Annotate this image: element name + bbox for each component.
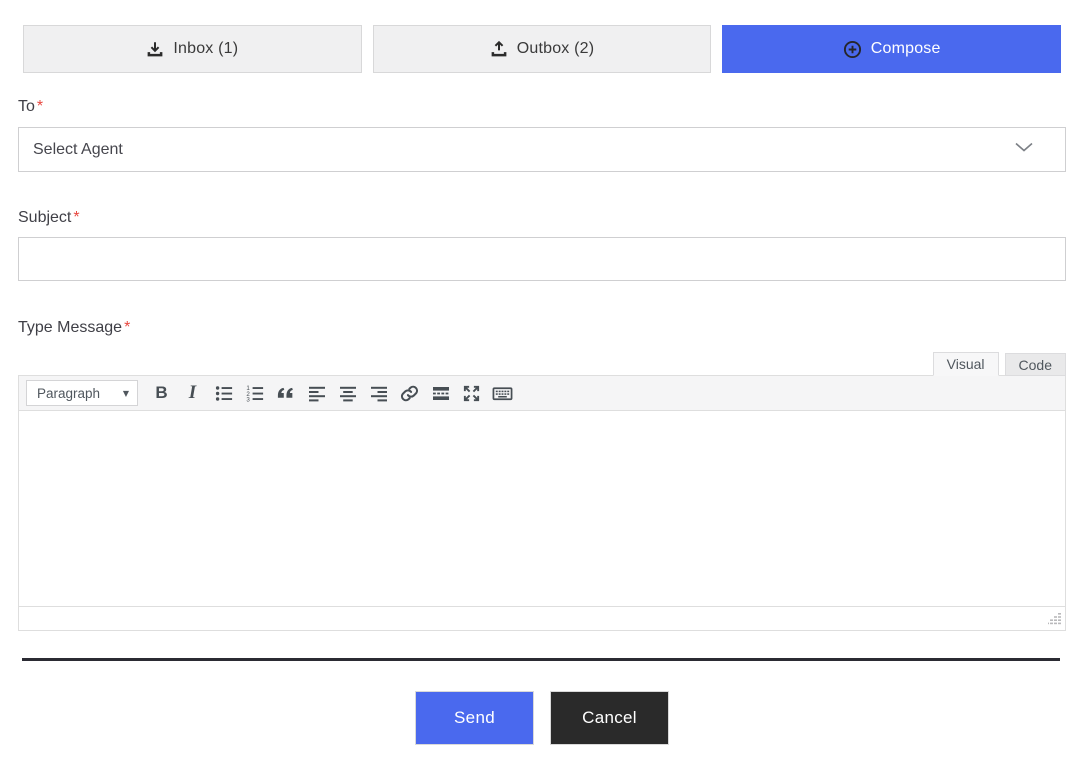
send-button[interactable]: Send [415, 691, 534, 745]
link-icon [401, 385, 418, 401]
keyboard-icon [492, 386, 513, 400]
subject-label-text: Subject [18, 209, 72, 226]
message-editor-area[interactable] [19, 411, 1065, 606]
compose-button[interactable]: Compose [722, 25, 1062, 73]
bold-button[interactable]: B [146, 380, 177, 407]
outbox-label: Outbox (2) [516, 40, 595, 57]
caret-down-icon: ▼ [122, 388, 129, 398]
required-asterisk: * [73, 209, 80, 226]
italic-icon: I [188, 382, 197, 403]
download-icon [146, 40, 164, 58]
read-more-icon [432, 387, 449, 400]
tab-visual[interactable]: Visual [932, 352, 999, 376]
svg-text:3: 3 [246, 397, 250, 403]
upload-icon [490, 40, 508, 58]
outbox-button[interactable]: Outbox (2) [372, 25, 712, 73]
keyboard-button[interactable] [487, 380, 518, 407]
agent-select[interactable]: Select Agent [18, 127, 1066, 172]
cancel-button[interactable]: Cancel [550, 691, 669, 745]
editor-toolbar: Paragraph ▼ B I 1 2 3 [19, 376, 1065, 411]
inbox-label: Inbox (1) [173, 40, 239, 57]
required-asterisk: * [36, 98, 44, 115]
required-asterisk: * [124, 319, 131, 336]
align-right-icon [370, 386, 387, 402]
subject-label: Subject * [18, 208, 1066, 227]
bold-icon: B [155, 383, 168, 402]
compose-label: Compose [870, 40, 941, 57]
message-label: Type Message * [18, 318, 1066, 337]
italic-button[interactable]: I [177, 380, 208, 407]
editor-mode-tabs: Visual Code [18, 352, 1066, 376]
fullscreen-icon [463, 385, 480, 401]
form-actions: Send Cancel [18, 691, 1066, 745]
to-label: To * [18, 97, 1066, 116]
editor-statusbar [19, 606, 1065, 630]
section-divider [22, 658, 1060, 661]
align-left-button[interactable] [301, 380, 332, 407]
fullscreen-button[interactable] [456, 380, 487, 407]
plus-circle-icon [843, 40, 862, 59]
align-right-button[interactable] [363, 380, 394, 407]
paragraph-dropdown[interactable]: Paragraph ▼ [26, 380, 138, 406]
align-center-button[interactable] [332, 380, 363, 407]
agent-select-value: Select Agent [33, 140, 123, 158]
link-button[interactable] [394, 380, 425, 407]
compose-page: Inbox (1) Outbox (2) Compose To * Select … [0, 0, 1082, 745]
numbered-list-button[interactable]: 1 2 3 [239, 380, 270, 407]
align-center-icon [339, 386, 356, 402]
align-left-icon [308, 386, 325, 402]
message-label-text: Type Message [18, 319, 123, 336]
numbered-list-icon: 1 2 3 [246, 385, 263, 403]
to-label-text: To [18, 98, 35, 115]
bullet-list-button[interactable] [208, 380, 239, 407]
blockquote-icon [277, 387, 293, 398]
chevron-down-icon [1013, 140, 1035, 159]
paragraph-dropdown-label: Paragraph [37, 385, 101, 401]
read-more-button[interactable] [425, 380, 456, 407]
message-editor: Paragraph ▼ B I 1 2 3 [18, 375, 1066, 631]
inbox-button[interactable]: Inbox (1) [23, 25, 362, 73]
resize-grip-icon[interactable] [1048, 613, 1062, 627]
mailbox-nav: Inbox (1) Outbox (2) Compose [18, 25, 1066, 73]
blockquote-button[interactable] [270, 380, 301, 407]
subject-input[interactable] [18, 237, 1066, 281]
tab-code[interactable]: Code [1004, 353, 1066, 376]
bullet-list-icon [215, 386, 232, 401]
